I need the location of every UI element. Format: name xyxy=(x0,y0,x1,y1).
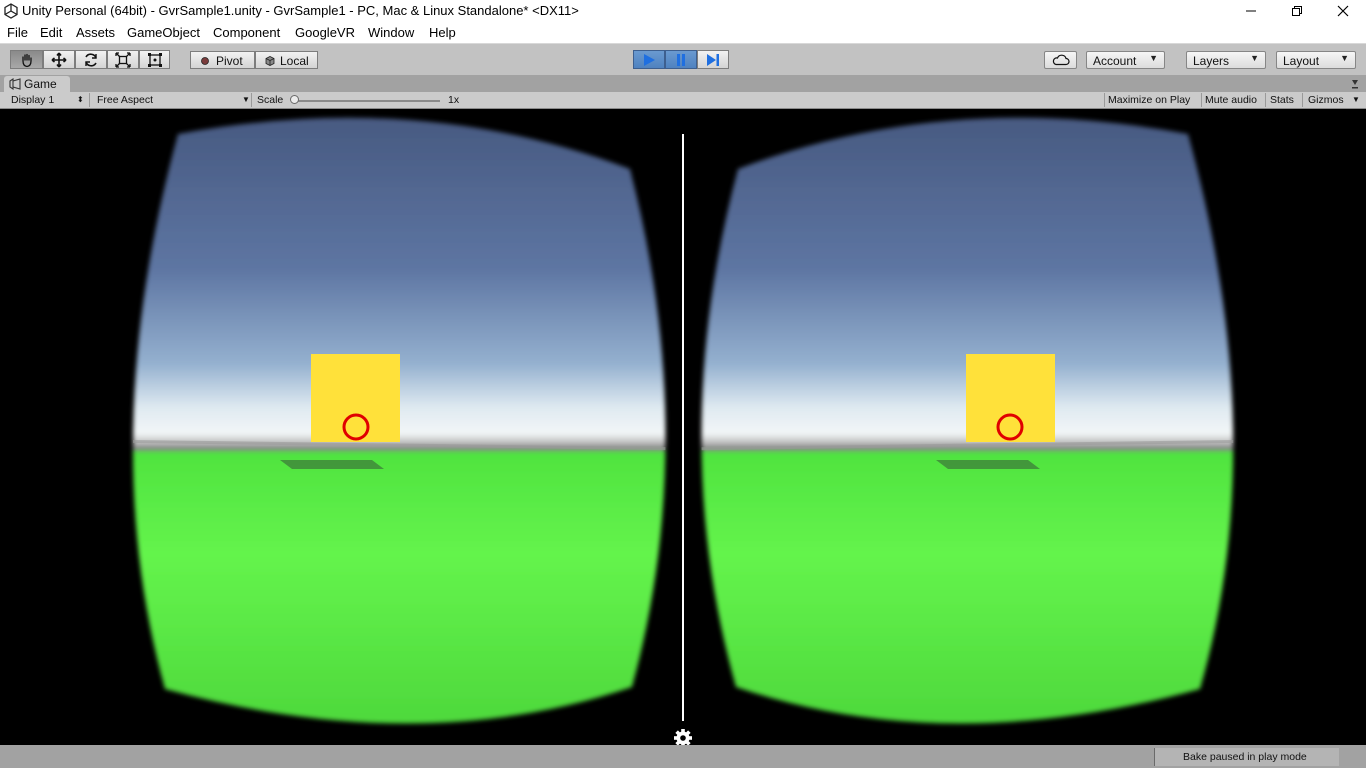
rect-transform-icon xyxy=(147,52,162,67)
minimize-button[interactable] xyxy=(1228,0,1274,22)
stats-toggle[interactable]: Stats xyxy=(1270,92,1294,108)
menu-googlevr[interactable]: GoogleVR xyxy=(295,25,355,40)
hand-icon xyxy=(21,53,32,67)
pivot-label: Pivot xyxy=(216,54,243,68)
layers-dropdown[interactable]: Layers ▼ xyxy=(1186,51,1266,69)
minimize-icon xyxy=(1246,10,1256,12)
restore-button[interactable] xyxy=(1274,0,1320,22)
close-icon xyxy=(1337,5,1349,17)
yellow-cube xyxy=(311,354,400,442)
dropdown-arrow-icon: ▼ xyxy=(1250,53,1259,63)
pivot-icon xyxy=(201,57,209,65)
hand-tool-button[interactable] xyxy=(10,50,43,69)
game-view-toolbar: Display 1 ⬍ Free Aspect ▼ Scale 1x Maxim… xyxy=(0,92,1366,109)
scale-slider-track[interactable] xyxy=(292,100,440,102)
game-viewport[interactable] xyxy=(0,109,1366,745)
dropdown-arrow-icon: ▼ xyxy=(1340,53,1349,63)
separator xyxy=(1265,93,1266,107)
layers-label: Layers xyxy=(1193,54,1230,68)
local-label: Local xyxy=(280,54,309,68)
scale-icon xyxy=(115,51,131,68)
scale-tool-button[interactable] xyxy=(107,50,139,69)
game-controller-icon xyxy=(9,78,21,90)
separator xyxy=(1302,93,1303,107)
right-eye-view xyxy=(701,117,1234,724)
main-toolbar: Pivot Local Account ▼ Layers ▼ Layout ▼ xyxy=(0,43,1366,76)
status-bar: Bake paused in play mode xyxy=(0,745,1366,768)
layout-dropdown[interactable]: Layout ▼ xyxy=(1276,51,1356,69)
window-title: Unity Personal (64bit) - GvrSample1.unit… xyxy=(22,3,579,18)
move-tool-button[interactable] xyxy=(43,50,75,69)
maximize-on-play-toggle[interactable]: Maximize on Play xyxy=(1108,92,1190,108)
tab-game[interactable]: Game xyxy=(4,76,70,92)
step-button[interactable] xyxy=(697,50,729,69)
dropdown-arrow-icon: ▼ xyxy=(1149,53,1158,63)
menu-assets[interactable]: Assets xyxy=(76,25,115,40)
bake-status: Bake paused in play mode xyxy=(1154,748,1339,766)
rotate-tool-button[interactable] xyxy=(75,50,107,69)
game-tab-strip: Game xyxy=(0,75,1366,92)
game-tab-label: Game xyxy=(24,77,57,91)
step-forward-icon xyxy=(707,53,719,66)
menu-gameobject[interactable]: GameObject xyxy=(127,25,200,40)
cube-shadow xyxy=(280,460,384,469)
account-dropdown[interactable]: Account ▼ xyxy=(1086,51,1165,69)
restore-icon xyxy=(1292,6,1302,16)
gizmos-dropdown[interactable]: Gizmos xyxy=(1308,92,1344,108)
menu-window[interactable]: Window xyxy=(368,25,414,40)
cloud-button[interactable] xyxy=(1044,51,1077,69)
cube-shadow xyxy=(936,460,1040,469)
pause-button[interactable] xyxy=(665,50,697,69)
aspect-dropdown-arrow-icon[interactable]: ▼ xyxy=(242,92,250,108)
gizmos-dropdown-arrow-icon[interactable]: ▼ xyxy=(1352,92,1360,108)
pause-icon xyxy=(677,53,685,66)
mute-audio-toggle[interactable]: Mute audio xyxy=(1205,92,1257,108)
left-eye-view xyxy=(132,117,666,724)
display-dropdown[interactable]: Display 1 xyxy=(11,92,54,108)
yellow-cube xyxy=(966,354,1055,442)
separator xyxy=(1201,93,1202,107)
scale-value: 1x xyxy=(448,94,460,106)
bake-status-text: Bake paused in play mode xyxy=(1183,751,1307,763)
menu-edit[interactable]: Edit xyxy=(40,25,62,40)
rect-tool-button[interactable] xyxy=(139,50,170,69)
scale-label: Scale xyxy=(257,94,284,106)
play-icon xyxy=(644,53,655,66)
menu-file[interactable]: File xyxy=(7,25,28,40)
pivot-toggle[interactable]: Pivot xyxy=(190,51,255,69)
local-toggle[interactable]: Local xyxy=(255,51,318,69)
unity-logo-icon xyxy=(4,3,18,19)
menu-help[interactable]: Help xyxy=(429,25,456,40)
vr-stereo-render xyxy=(132,117,1234,745)
layout-label: Layout xyxy=(1283,54,1320,68)
move-arrows-icon xyxy=(51,52,67,67)
scale-slider-thumb[interactable] xyxy=(290,95,299,104)
aspect-dropdown[interactable]: Free Aspect xyxy=(97,92,153,108)
separator xyxy=(1104,93,1105,107)
separator xyxy=(89,93,90,107)
play-button[interactable] xyxy=(633,50,665,69)
menu-bar: File Edit Assets GameObject Component Go… xyxy=(0,22,1366,43)
rotate-icon xyxy=(85,52,97,67)
account-label: Account xyxy=(1093,54,1137,68)
cloud-icon xyxy=(1052,54,1070,66)
separator xyxy=(251,93,252,107)
vr-settings-gear-icon[interactable] xyxy=(674,729,692,745)
panel-menu-icon[interactable] xyxy=(1350,78,1360,90)
display-dropdown-arrow-icon[interactable]: ⬍ xyxy=(77,92,84,108)
menu-component[interactable]: Component xyxy=(213,25,280,40)
title-bar: Unity Personal (64bit) - GvrSample1.unit… xyxy=(0,0,1366,22)
local-cube-icon xyxy=(265,56,275,66)
close-button[interactable] xyxy=(1320,0,1366,22)
